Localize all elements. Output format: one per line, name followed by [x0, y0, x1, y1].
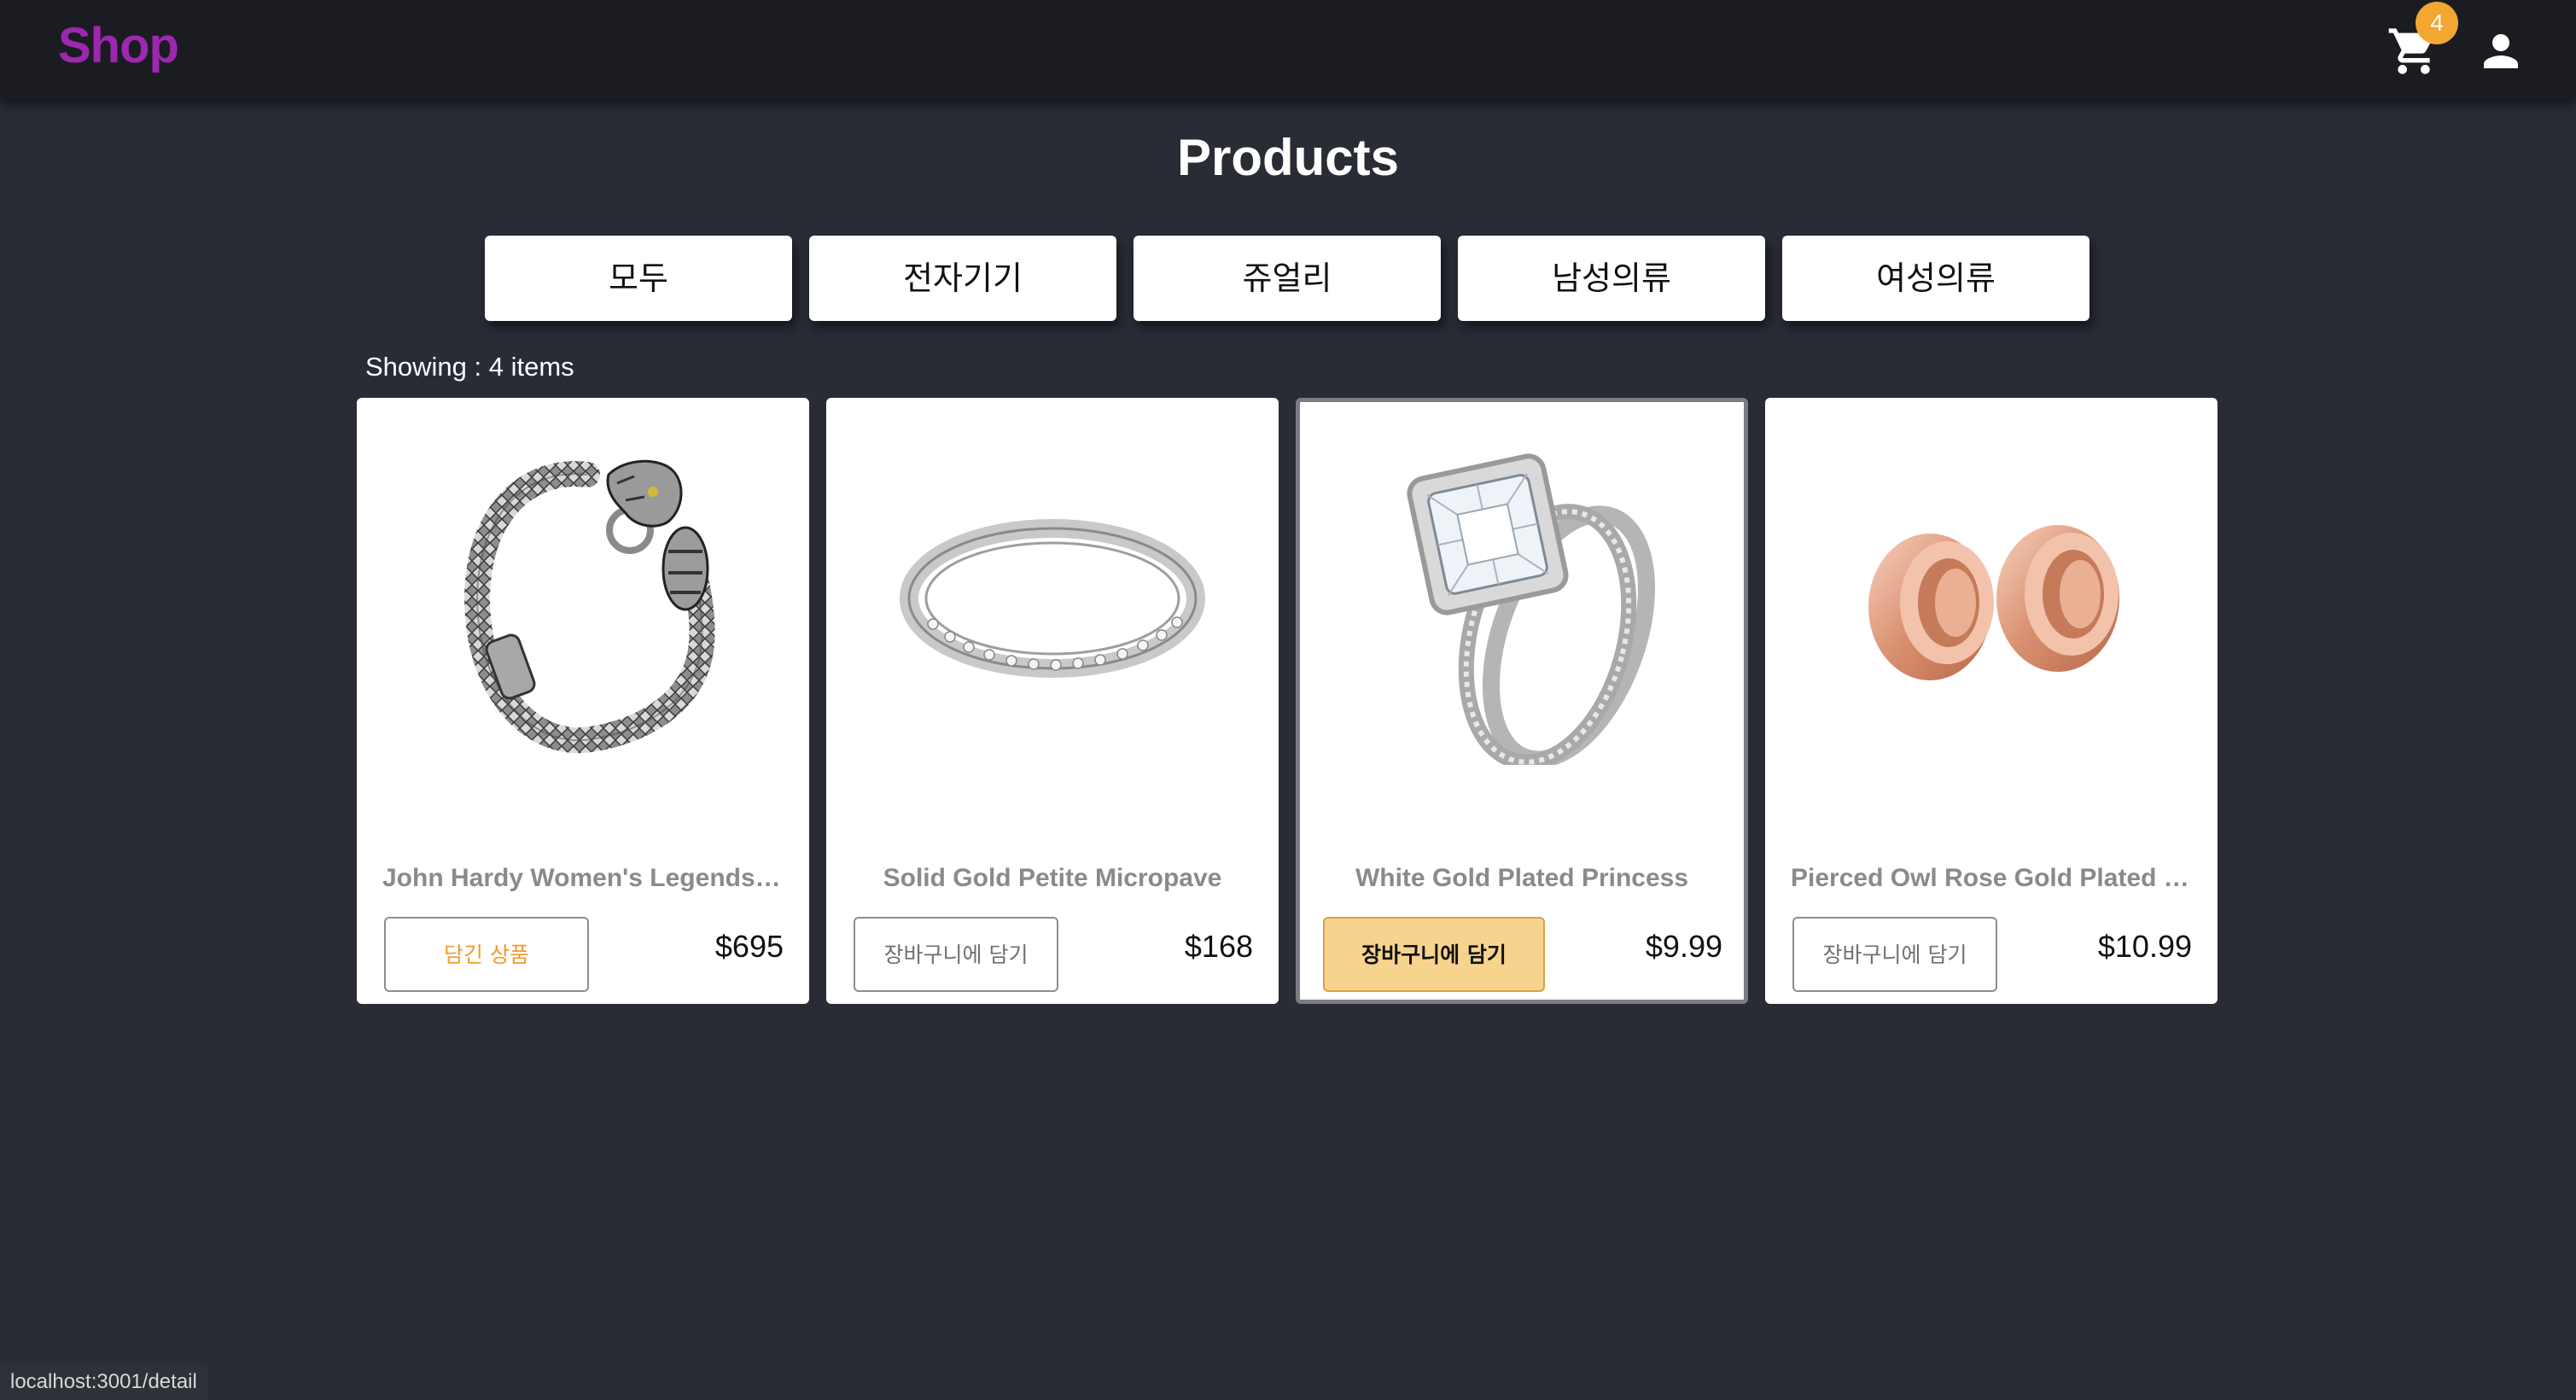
product-card[interactable]: John Hardy Women's Legends Naga Gold & S…: [357, 398, 809, 1004]
top-navbar: Shop 4: [0, 0, 2576, 99]
ring-image: [900, 519, 1205, 678]
add-to-cart-button[interactable]: 장바구니에 담기: [1323, 917, 1545, 992]
product-image[interactable]: [882, 423, 1223, 765]
product-card[interactable]: White Gold Plated Princess 장바구니에 담기 $9.9…: [1296, 398, 1748, 1004]
product-price: $10.99: [2097, 929, 2192, 964]
user-icon: [2484, 34, 2518, 68]
status-bar-url: localhost:3001/detail: [0, 1364, 207, 1400]
shop-logo[interactable]: Shop: [58, 17, 179, 74]
product-title[interactable]: Solid Gold Petite Micropave: [852, 864, 1253, 893]
product-title[interactable]: Pierced Owl Rose Gold Plated Stainless S…: [1791, 864, 2192, 893]
product-price: $9.99: [1645, 929, 1722, 964]
earring-plugs-image: [1868, 525, 2119, 680]
product-image[interactable]: [1821, 423, 2162, 765]
product-image[interactable]: [1351, 423, 1693, 765]
category-all-button[interactable]: 모두: [485, 236, 792, 321]
category-mens-clothing-button[interactable]: 남성의류: [1458, 236, 1765, 321]
category-jewelery-button[interactable]: 쥬얼리: [1134, 236, 1441, 321]
account-button[interactable]: [2475, 26, 2526, 77]
add-to-cart-button[interactable]: 장바구니에 담기: [1792, 917, 1997, 992]
product-title[interactable]: White Gold Plated Princess: [1321, 864, 1722, 893]
product-price: $168: [1184, 929, 1253, 964]
product-title[interactable]: John Hardy Women's Legends Naga Gold & S…: [382, 864, 784, 893]
app-root: Shop 4 Products 모두 전자기기 쥬얼리 남성의류 여성의류 Sh…: [0, 0, 2576, 1400]
category-electronics-button[interactable]: 전자기기: [809, 236, 1116, 321]
bracelet-image: [464, 459, 715, 754]
product-image[interactable]: [412, 423, 754, 765]
princess-ring-image: [1407, 453, 1656, 765]
page-title: Products: [1176, 129, 1400, 186]
product-price: $695: [714, 929, 784, 964]
category-womens-clothing-button[interactable]: 여성의류: [1782, 236, 2089, 321]
in-cart-button[interactable]: 담긴 상품: [384, 917, 589, 992]
item-count-label: Showing : 4 items: [365, 352, 574, 382]
cart-count-badge: 4: [2416, 2, 2458, 44]
add-to-cart-button[interactable]: 장바구니에 담기: [854, 917, 1058, 992]
category-filter-bar: 모두 전자기기 쥬얼리 남성의류 여성의류: [485, 236, 2091, 321]
product-card[interactable]: Solid Gold Petite Micropave 장바구니에 담기 $16…: [826, 398, 1279, 1004]
product-card[interactable]: Pierced Owl Rose Gold Plated Stainless S…: [1765, 398, 2218, 1004]
